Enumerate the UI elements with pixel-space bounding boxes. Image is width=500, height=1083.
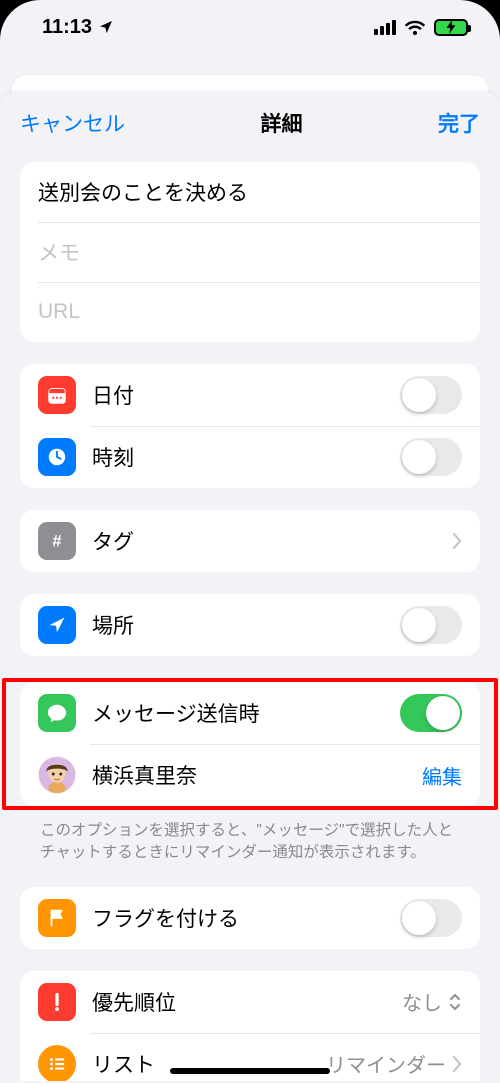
- priority-row[interactable]: 優先順位 なし: [20, 971, 480, 1033]
- done-button[interactable]: 完了: [438, 108, 480, 138]
- location-services-icon: [98, 19, 114, 35]
- location-arrow-icon: [38, 606, 76, 644]
- date-row[interactable]: 日付: [20, 364, 480, 426]
- location-row[interactable]: 場所: [20, 594, 480, 656]
- contact-avatar: [38, 756, 76, 794]
- priority-icon: [38, 983, 76, 1021]
- time-row[interactable]: 時刻: [20, 426, 480, 488]
- highlight-annotation: メッセージ送信時 横浜真里奈 編集: [2, 678, 498, 810]
- memo-field[interactable]: メモ: [38, 237, 80, 267]
- status-bar: 11:13: [0, 0, 500, 54]
- messaging-group: メッセージ送信時 横浜真里奈 編集: [20, 682, 480, 806]
- date-toggle[interactable]: [400, 376, 462, 414]
- updown-chevron-icon: [448, 992, 462, 1012]
- location-label: 場所: [92, 610, 400, 640]
- hashtag-icon: #: [38, 522, 76, 560]
- reminder-title-field[interactable]: 送別会のことを決める: [38, 177, 248, 207]
- url-field[interactable]: URL: [38, 300, 80, 324]
- priority-label: 優先順位: [92, 987, 402, 1017]
- wifi-icon: [404, 19, 426, 35]
- location-group: 場所: [20, 594, 480, 656]
- time-label: 時刻: [92, 442, 400, 472]
- messaging-footer-note: このオプションを選択すると、"メッセージ"で選択した人とチャットするときにリマイ…: [20, 810, 480, 865]
- device-frame: 11:13 キャンセル 詳細 完了 送別会のことを決める メモ: [0, 0, 500, 1083]
- datetime-group: 日付 時刻: [20, 364, 480, 488]
- messaging-row[interactable]: メッセージ送信時: [20, 682, 480, 744]
- clock-icon: [38, 438, 76, 476]
- tag-label: タグ: [92, 526, 452, 556]
- detail-sheet: キャンセル 詳細 完了 送別会のことを決める メモ URL: [0, 92, 500, 1083]
- tag-group: # タグ: [20, 510, 480, 572]
- flag-group: フラグを付ける: [20, 887, 480, 949]
- list-value: リマインダー: [326, 1049, 446, 1078]
- nav-bar: キャンセル 詳細 完了: [0, 92, 500, 152]
- nav-title: 詳細: [261, 108, 303, 138]
- flag-toggle[interactable]: [400, 899, 462, 937]
- messaging-label: メッセージ送信時: [92, 698, 400, 728]
- status-time: 11:13: [42, 16, 92, 39]
- chevron-right-icon: [452, 1056, 462, 1072]
- flag-row[interactable]: フラグを付ける: [20, 887, 480, 949]
- url-row[interactable]: URL: [20, 282, 480, 342]
- message-icon: [38, 694, 76, 732]
- battery-icon: [434, 19, 468, 36]
- cellular-icon: [374, 20, 396, 35]
- list-icon: [38, 1045, 76, 1081]
- text-fields-group: 送別会のことを決める メモ URL: [20, 162, 480, 342]
- memo-row[interactable]: メモ: [20, 222, 480, 282]
- list-label: リスト: [92, 1049, 326, 1079]
- contact-row[interactable]: 横浜真里奈 編集: [20, 744, 480, 806]
- location-toggle[interactable]: [400, 606, 462, 644]
- contact-name-label: 横浜真里奈: [92, 760, 422, 790]
- misc-group: 優先順位 なし リスト リマインダー: [20, 971, 480, 1081]
- home-indicator[interactable]: [170, 1068, 330, 1074]
- flag-label: フラグを付ける: [92, 903, 400, 933]
- date-label: 日付: [92, 380, 400, 410]
- content-scroll[interactable]: 送別会のことを決める メモ URL 日付: [0, 152, 500, 1081]
- flag-icon: [38, 899, 76, 937]
- priority-value: なし: [402, 987, 442, 1016]
- cancel-button[interactable]: キャンセル: [20, 108, 125, 138]
- calendar-icon: [38, 376, 76, 414]
- tag-row[interactable]: # タグ: [20, 510, 480, 572]
- chevron-right-icon: [452, 533, 462, 549]
- title-row[interactable]: 送別会のことを決める: [20, 162, 480, 222]
- svg-text:#: #: [52, 533, 61, 551]
- edit-contact-button[interactable]: 編集: [422, 761, 462, 790]
- time-toggle[interactable]: [400, 438, 462, 476]
- messaging-toggle[interactable]: [400, 694, 462, 732]
